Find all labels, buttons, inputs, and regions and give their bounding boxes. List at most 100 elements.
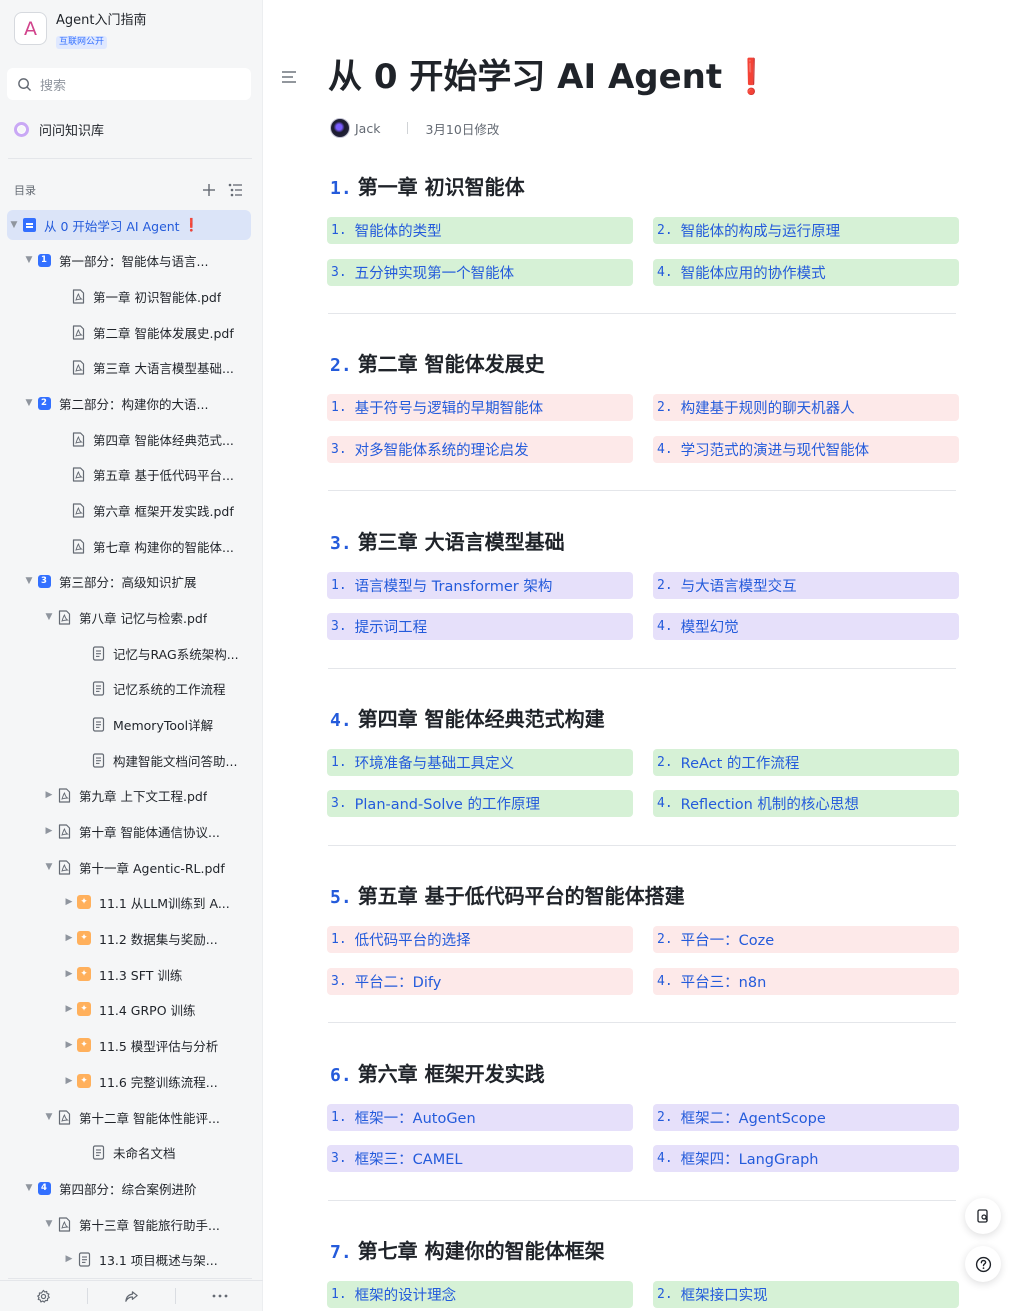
toc-tree-item[interactable]: ▼ 第十三章 智能旅行助手...: [42, 1209, 220, 1239]
toc-tree-item[interactable]: ▶ ✦ 11.1 从LLM训练到 A...: [62, 887, 230, 917]
toc-tree-item[interactable]: 第二章 智能体发展史.pdf: [56, 317, 234, 347]
section-link-card[interactable]: 4. 模型幻觉: [653, 613, 959, 641]
toc-tree-item[interactable]: ▶ 13.1 项目概述与架...: [62, 1244, 218, 1274]
section-link-card[interactable]: 2. 智能体的构成与运行原理: [653, 217, 959, 244]
caret-right-icon[interactable]: ▶: [62, 1254, 76, 1264]
section-link-card[interactable]: 2. 构建基于规则的聊天机器人: [653, 394, 959, 422]
outline-toggle-button[interactable]: [278, 67, 300, 87]
section-link[interactable]: 智能体应用的协作模式: [681, 262, 826, 283]
caret-right-icon[interactable]: ▶: [42, 826, 56, 836]
section-link[interactable]: 框架的设计理念: [355, 1284, 457, 1305]
section-link-card[interactable]: 4. 智能体应用的协作模式: [653, 258, 959, 286]
section-link-card[interactable]: 2. 与大语言模型交互: [653, 571, 959, 599]
toc-tree-item[interactable]: 第六章 框架开发实践.pdf: [56, 495, 234, 525]
toc-tree-item[interactable]: ▼ 1 第一部分：智能体与语言...: [22, 245, 208, 275]
toc-tree-item[interactable]: ▶ 第十章 智能体通信协议...: [42, 816, 220, 846]
section-link[interactable]: 平台一：Coze: [681, 929, 775, 950]
caret-right-icon[interactable]: ▶: [62, 933, 76, 943]
section-link[interactable]: 提示词工程: [355, 616, 428, 637]
section-link-card[interactable]: 2. 框架二：AgentScope: [653, 1103, 959, 1131]
search-input[interactable]: 搜索: [7, 68, 251, 100]
caret-right-icon[interactable]: ▶: [62, 1004, 76, 1014]
caret-right-icon[interactable]: ▶: [42, 790, 56, 800]
toc-tree-item[interactable]: ▼ 2 第二部分：构建你的大语...: [22, 388, 208, 418]
section-link-card[interactable]: 1. 语言模型与 Transformer 架构: [327, 571, 633, 599]
toc-tree-item[interactable]: ▶ ✦ 11.4 GRPO 训练: [62, 994, 196, 1024]
toc-outline-icon[interactable]: [226, 180, 246, 200]
section-link[interactable]: Plan-and-Solve 的工作原理: [355, 793, 540, 814]
section-link[interactable]: ReAct 的工作流程: [681, 752, 800, 773]
caret-down-icon[interactable]: ▼: [42, 1112, 56, 1122]
toc-tree-item[interactable]: ▶ ✦ 11.2 数据集与奖励...: [62, 923, 218, 953]
section-link-card[interactable]: 4. 框架四：LangGraph: [653, 1145, 959, 1172]
section-link-card[interactable]: 3. 对多智能体系统的理论启发: [327, 435, 633, 463]
toc-tree-item[interactable]: 第三章 大语言模型基础...: [56, 352, 234, 382]
toc-tree-item[interactable]: MemoryTool详解: [76, 709, 213, 739]
section-link[interactable]: 环境准备与基础工具定义: [355, 752, 515, 773]
section-link[interactable]: 框架四：LangGraph: [681, 1148, 819, 1169]
settings-button[interactable]: [0, 1289, 87, 1304]
section-link[interactable]: 对多智能体系统的理论启发: [355, 439, 529, 460]
toc-tree-item[interactable]: ▼ 3 第三部分：高级知识扩展: [22, 566, 197, 596]
kb-header[interactable]: A Agent入门指南 互联网公开: [14, 12, 146, 49]
section-link-card[interactable]: 3. Plan-and-Solve 的工作原理: [327, 790, 633, 818]
section-link-card[interactable]: 1. 框架的设计理念: [327, 1280, 633, 1308]
section-link[interactable]: 五分钟实现第一个智能体: [355, 262, 515, 283]
section-link-card[interactable]: 1. 基于符号与逻辑的早期智能体: [327, 394, 633, 422]
doc-assistant-button[interactable]: [965, 1198, 1001, 1234]
ask-knowledge-base-button[interactable]: 问问知识库: [14, 120, 104, 139]
caret-down-icon[interactable]: ▼: [22, 1183, 36, 1193]
section-link-card[interactable]: 2. 平台一：Coze: [653, 926, 959, 954]
section-link[interactable]: 框架接口实现: [681, 1284, 768, 1305]
toc-tree-item[interactable]: ▼ 第八章 记忆与检索.pdf: [42, 602, 207, 632]
section-link-card[interactable]: 1. 智能体的类型: [327, 217, 633, 244]
section-link[interactable]: 模型幻觉: [681, 616, 739, 637]
section-link[interactable]: Reflection 机制的核心思想: [681, 793, 859, 814]
toc-tree-item[interactable]: ▶ ✦ 11.5 模型评估与分析: [62, 1030, 218, 1060]
toc-tree-item[interactable]: 记忆系统的工作流程: [76, 673, 226, 703]
section-link-card[interactable]: 1. 环境准备与基础工具定义: [327, 748, 633, 776]
section-link[interactable]: 智能体的类型: [355, 220, 442, 241]
help-button[interactable]: [965, 1246, 1001, 1282]
toc-tree-item[interactable]: ▶ 第九章 上下文工程.pdf: [42, 780, 207, 810]
toc-tree-item[interactable]: 第五章 基于低代码平台...: [56, 459, 234, 489]
toc-tree-item[interactable]: ▼ 第十一章 Agentic-RL.pdf: [42, 852, 225, 882]
toc-tree-item[interactable]: 第四章 智能体经典范式...: [56, 424, 234, 454]
avatar[interactable]: [330, 118, 350, 138]
section-link-card[interactable]: 4. 学习范式的演进与现代智能体: [653, 435, 959, 463]
caret-down-icon[interactable]: ▼: [42, 612, 56, 622]
section-link[interactable]: 平台三：n8n: [681, 971, 767, 992]
toc-tree-item[interactable]: ▼ 4 第四部分：综合案例进阶: [22, 1173, 197, 1203]
toc-tree-item[interactable]: ▶ ✦ 11.6 完整训练流程...: [62, 1066, 218, 1096]
share-button[interactable]: [88, 1289, 175, 1304]
caret-right-icon[interactable]: ▶: [62, 969, 76, 979]
section-link-card[interactable]: 4. 平台三：n8n: [653, 967, 959, 995]
caret-down-icon[interactable]: ▼: [7, 220, 21, 230]
section-link[interactable]: 构建基于规则的聊天机器人: [681, 397, 855, 418]
section-link-card[interactable]: 2. 框架接口实现: [653, 1280, 959, 1308]
caret-down-icon[interactable]: ▼: [22, 398, 36, 408]
toc-tree-item[interactable]: 记忆与RAG系统架构...: [76, 638, 239, 668]
kb-title[interactable]: Agent入门指南: [56, 12, 146, 29]
section-link-card[interactable]: 2. ReAct 的工作流程: [653, 748, 959, 776]
section-link[interactable]: 智能体的构成与运行原理: [681, 220, 841, 241]
section-link-card[interactable]: 3. 平台二：Dify: [327, 967, 633, 995]
section-link[interactable]: 框架三：CAMEL: [355, 1148, 463, 1169]
section-link-card[interactable]: 1. 框架一：AutoGen: [327, 1103, 633, 1131]
caret-down-icon[interactable]: ▼: [22, 255, 36, 265]
toc-tree-item[interactable]: 第一章 初识智能体.pdf: [56, 281, 221, 311]
section-link[interactable]: 基于符号与逻辑的早期智能体: [355, 397, 544, 418]
add-icon[interactable]: [199, 180, 219, 200]
section-link[interactable]: 框架二：AgentScope: [681, 1107, 826, 1128]
caret-right-icon[interactable]: ▶: [62, 1040, 76, 1050]
author-name[interactable]: Jack: [355, 121, 380, 136]
caret-down-icon[interactable]: ▼: [22, 576, 36, 586]
caret-down-icon[interactable]: ▼: [42, 1219, 56, 1229]
section-link-card[interactable]: 3. 提示词工程: [327, 613, 633, 641]
caret-right-icon[interactable]: ▶: [62, 1076, 76, 1086]
toc-tree-item[interactable]: 第七章 构建你的智能体...: [56, 531, 234, 561]
caret-down-icon[interactable]: ▼: [42, 862, 56, 872]
section-link-card[interactable]: 1. 低代码平台的选择: [327, 926, 633, 954]
section-link[interactable]: 语言模型与 Transformer 架构: [355, 575, 553, 596]
caret-right-icon[interactable]: ▶: [62, 897, 76, 907]
